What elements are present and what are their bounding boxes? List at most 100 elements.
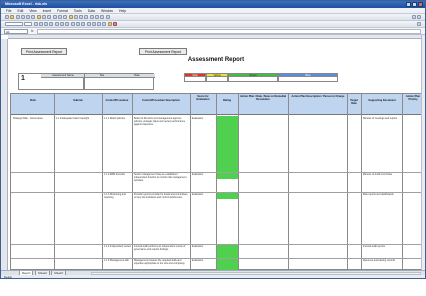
row5-description: Management possess the required skills a… — [134, 259, 186, 265]
fill-color-icon[interactable] — [107, 22, 112, 26]
page: Microsoft Excel - risk.xls File Edit Vie… — [0, 0, 426, 296]
borders-icon[interactable] — [102, 22, 107, 26]
summary-assessment-cell: Assessment Name 1 — [18, 73, 85, 90]
menu-help[interactable]: Help — [119, 9, 126, 13]
row3-control: 1.1.3 Monitoring and reporting — [104, 193, 126, 199]
header-supporting-doc: Supporting Document — [368, 99, 396, 102]
status-red-cell: Red — [184, 73, 206, 82]
hyperlink-icon[interactable] — [68, 15, 73, 19]
cut-icon[interactable] — [36, 15, 41, 19]
help-icon[interactable] — [105, 15, 110, 19]
header-target-date: Target Date — [350, 99, 358, 105]
menu-tools[interactable]: Tools — [74, 9, 82, 13]
copy-icon[interactable] — [42, 15, 47, 19]
toolbar-options-icon[interactable] — [417, 15, 421, 19]
format-painter-icon[interactable] — [52, 15, 57, 19]
toolbar-extra-icon[interactable] — [411, 15, 416, 19]
decrease-decimal-icon[interactable] — [91, 22, 96, 26]
header-score: Score for Evaluation — [196, 95, 210, 101]
header-subrisk: Subrisk — [73, 99, 83, 102]
status-yellow-label: Yellow — [207, 74, 227, 77]
sort-asc-icon[interactable] — [79, 15, 84, 19]
align-center-icon[interactable] — [54, 22, 59, 26]
row4-doc: Internal audit reports — [363, 245, 385, 248]
standard-toolbar — [1, 14, 425, 21]
chart-wizard-icon[interactable] — [89, 15, 94, 19]
row2-control: 1.1.2 ERM Function — [104, 173, 126, 176]
menu-data[interactable]: Data — [88, 9, 95, 13]
header-risk: Risk — [30, 99, 36, 102]
spelling-icon[interactable] — [31, 15, 36, 19]
underline-icon[interactable] — [44, 22, 49, 26]
italic-icon[interactable] — [38, 22, 43, 26]
menu-window[interactable]: Window — [101, 9, 113, 13]
open-icon[interactable] — [10, 15, 15, 19]
status-red-label: Red — [185, 74, 205, 77]
row3-doc: Risk reports and dashboards — [363, 193, 394, 196]
paste-icon[interactable] — [47, 15, 52, 19]
redo-icon[interactable] — [63, 15, 68, 19]
menu-edit[interactable]: Edit — [17, 9, 23, 13]
font-select[interactable] — [5, 22, 23, 26]
status-blue-cell: Blue — [278, 73, 338, 82]
status-green-label: Green — [229, 74, 277, 77]
print-icon[interactable] — [20, 15, 25, 19]
minimize-icon[interactable] — [406, 2, 411, 7]
status-green-cell: Green — [228, 73, 278, 82]
row2-score: Evaluation — [192, 173, 204, 176]
increase-decimal-icon[interactable] — [86, 22, 91, 26]
header-control: Control/Procedure — [105, 99, 129, 102]
status-blue-label: Blue — [279, 74, 337, 77]
close-icon[interactable] — [418, 2, 423, 7]
percent-icon[interactable] — [75, 22, 80, 26]
header-priority: Action Plan Priority — [405, 95, 421, 101]
window-title: Microsoft Excel - risk.xls — [5, 2, 48, 6]
drawing-icon[interactable] — [95, 15, 100, 19]
row2-rating-green — [217, 173, 238, 179]
comma-icon[interactable] — [81, 22, 86, 26]
undo-icon[interactable] — [57, 15, 62, 19]
row5-doc: Resumes and training records — [363, 259, 395, 262]
summary-site-cell: Site Date — [84, 73, 155, 90]
summary-site-label: Site — [85, 74, 119, 78]
new-icon[interactable] — [5, 15, 9, 19]
merge-center-icon[interactable] — [65, 22, 70, 26]
row4-control: 1.1.4 Independent review — [104, 245, 131, 248]
row3-score: Evaluation — [192, 193, 204, 196]
row1-description: Board of directors and management approv… — [134, 117, 186, 126]
menu-file[interactable]: File — [6, 9, 11, 13]
row5-score: Evaluation — [192, 259, 204, 262]
font-color-icon[interactable] — [113, 22, 118, 26]
row4-score: Evaluation — [192, 245, 204, 248]
menu-insert[interactable]: Insert — [43, 9, 51, 13]
menu-view[interactable]: View — [29, 9, 36, 13]
row4-description: Internal audit performs an independent r… — [134, 245, 186, 251]
risk-table: Risk Subrisk Control/Procedure Control/P… — [10, 93, 423, 270]
worksheet[interactable]: Print Assessment Report Print Assessment… — [1, 35, 425, 270]
row1-rating-green — [217, 116, 238, 172]
print-final-report-button[interactable]: Print Assessment Report — [139, 48, 187, 55]
font-size-select[interactable] — [24, 22, 33, 26]
formatting-toolbar — [1, 21, 425, 28]
autosum-icon[interactable] — [73, 15, 78, 19]
align-right-icon[interactable] — [60, 22, 65, 26]
formula-input[interactable] — [37, 29, 421, 34]
header-action-plan: Action Plan / Date / Note on Remedial Re… — [239, 95, 287, 101]
sort-desc-icon[interactable] — [84, 15, 89, 19]
vertical-scrollbar[interactable] — [421, 35, 425, 270]
align-left-icon[interactable] — [49, 22, 54, 26]
toolbar-options-icon[interactable] — [417, 22, 421, 26]
bold-icon[interactable] — [33, 22, 38, 26]
preview-icon[interactable] — [26, 15, 31, 19]
save-icon[interactable] — [15, 15, 20, 19]
currency-icon[interactable] — [70, 22, 75, 26]
name-box[interactable]: A1 — [4, 29, 28, 34]
row3-description: Periodic reports provided to board and c… — [134, 193, 188, 199]
indent-icon[interactable] — [97, 22, 102, 26]
maximize-icon[interactable] — [412, 2, 417, 7]
fx-icon[interactable]: fx — [31, 29, 33, 33]
zoom-icon[interactable] — [100, 15, 105, 19]
row1-risk: Strategic Risk - Governance — [13, 117, 43, 120]
menu-format[interactable]: Format — [57, 9, 68, 13]
print-assessment-report-button[interactable]: Print Assessment Report — [21, 48, 67, 55]
